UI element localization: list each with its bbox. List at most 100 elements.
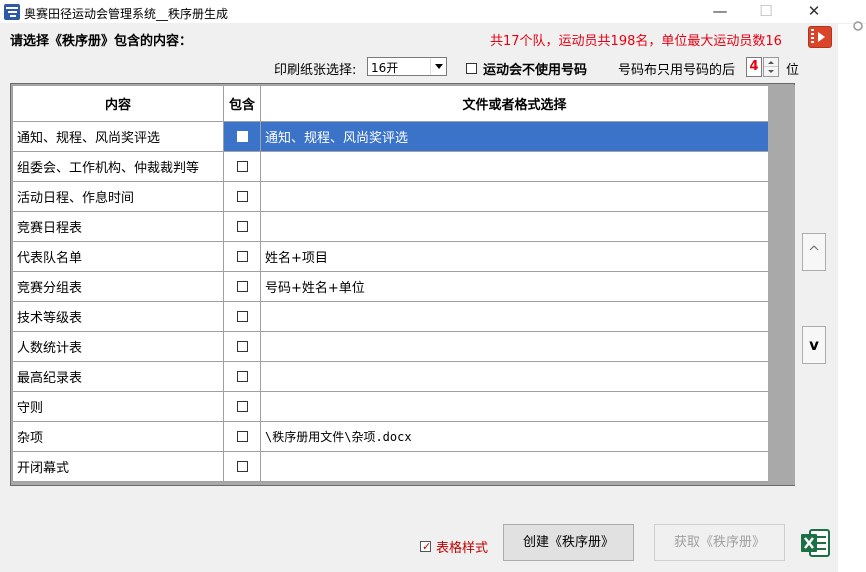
table-style-toggle[interactable]: ✓ 表格样式 bbox=[420, 537, 488, 556]
row-file-cell[interactable]: 姓名+项目 bbox=[260, 241, 769, 272]
include-checkbox[interactable] bbox=[236, 191, 248, 202]
row-include-cell[interactable] bbox=[223, 421, 261, 452]
minimize-button[interactable]: — bbox=[700, 0, 740, 24]
row-include-cell[interactable] bbox=[223, 331, 261, 362]
table-row[interactable]: 通知、规程、风尚奖评选 通知、规程、风尚奖评选 bbox=[12, 121, 769, 152]
column-header-file: 文件或者格式选择 bbox=[260, 85, 769, 122]
row-file-cell[interactable] bbox=[260, 451, 769, 482]
stats-summary: 共17个队，运动员共198名，单位最大运动员数16 bbox=[490, 34, 782, 49]
row-file-cell[interactable]: 通知、规程、风尚奖评选 bbox=[260, 121, 769, 152]
row-content-cell: 通知、规程、风尚奖评选 bbox=[12, 121, 224, 152]
row-content-cell: 组委会、工作机构、仲裁裁判等 bbox=[12, 151, 224, 182]
row-include-cell[interactable] bbox=[223, 151, 261, 182]
table-row[interactable]: 开闭幕式 bbox=[12, 451, 769, 482]
table-row[interactable]: 活动日程、作息时间 bbox=[12, 181, 769, 212]
digits-unit: 位 bbox=[786, 63, 800, 78]
row-include-cell[interactable] bbox=[223, 211, 261, 242]
row-include-cell[interactable] bbox=[223, 121, 261, 152]
grid-empty-area bbox=[768, 85, 795, 485]
digits-stepper[interactable]: 4 bbox=[746, 57, 780, 77]
include-checkbox[interactable] bbox=[236, 371, 248, 382]
page-title: 请选择《秩序册》包含的内容： bbox=[10, 34, 193, 49]
include-checkbox[interactable] bbox=[236, 281, 248, 292]
column-header-include: 包含 bbox=[223, 85, 261, 122]
row-content-cell: 人数统计表 bbox=[12, 331, 224, 362]
table-style-label: 表格样式 bbox=[436, 541, 489, 556]
maximize-button: ☐ bbox=[759, 2, 773, 20]
create-booklet-button[interactable]: 创建《秩序册》 bbox=[503, 524, 634, 561]
row-file-cell[interactable] bbox=[260, 211, 769, 242]
row-include-cell[interactable] bbox=[223, 241, 261, 272]
row-file-cell[interactable] bbox=[260, 391, 769, 422]
move-up-button[interactable]: ^ bbox=[802, 233, 826, 271]
excel-icon[interactable] bbox=[799, 527, 831, 559]
row-content-cell: 最高纪录表 bbox=[12, 361, 224, 392]
digits-label: 号码布只用号码的后 bbox=[618, 63, 736, 78]
no-number-toggle[interactable]: 运动会不使用号码 bbox=[466, 59, 587, 81]
background-window bbox=[838, 24, 866, 572]
move-down-button[interactable]: v bbox=[802, 326, 826, 364]
row-content-cell: 杂项 bbox=[12, 421, 224, 452]
include-checkbox[interactable] bbox=[236, 161, 248, 172]
row-include-cell[interactable] bbox=[223, 271, 261, 302]
table-row[interactable]: 最高纪录表 bbox=[12, 361, 769, 392]
paper-size-value: 16开 bbox=[371, 61, 399, 75]
no-number-checkbox[interactable] bbox=[466, 63, 477, 74]
table-row[interactable]: 技术等级表 bbox=[12, 301, 769, 332]
close-button[interactable]: ✕ bbox=[794, 0, 834, 24]
row-file-cell[interactable] bbox=[260, 331, 769, 362]
table-row[interactable]: 守则 bbox=[12, 391, 769, 422]
row-content-cell: 竞赛分组表 bbox=[12, 271, 224, 302]
row-include-cell[interactable] bbox=[223, 181, 261, 212]
dialog-body: 请选择《秩序册》包含的内容： 共17个队，运动员共198名，单位最大运动员数16… bbox=[0, 24, 838, 572]
title-bar: 奥赛田径运动会管理系统__秩序册生成 — ☐ ✕ bbox=[0, 0, 866, 24]
checkmark-icon: ✓ bbox=[422, 540, 432, 553]
table-row[interactable]: 代表队名单 姓名+项目 bbox=[12, 241, 769, 272]
row-content-cell: 开闭幕式 bbox=[12, 451, 224, 482]
row-content-cell: 守则 bbox=[12, 391, 224, 422]
row-file-cell[interactable]: 号码+姓名+单位 bbox=[260, 271, 769, 302]
table-style-checkbox[interactable]: ✓ bbox=[420, 540, 432, 553]
table-row[interactable]: 竞赛分组表 号码+姓名+单位 bbox=[12, 271, 769, 302]
row-include-cell[interactable] bbox=[223, 391, 261, 422]
row-file-cell[interactable] bbox=[260, 181, 769, 212]
paper-size-select[interactable]: 16开 bbox=[367, 57, 447, 76]
row-file-cell[interactable] bbox=[260, 151, 769, 182]
stepper-down-icon[interactable] bbox=[764, 67, 778, 76]
table-row[interactable]: 竞赛日程表 bbox=[12, 211, 769, 242]
include-checkbox[interactable] bbox=[236, 431, 248, 442]
include-checkbox[interactable] bbox=[236, 341, 248, 352]
content-grid: 内容 包含 文件或者格式选择 通知、规程、风尚奖评选 通知、规程、风尚奖评选 组委会… bbox=[10, 83, 795, 486]
no-number-label: 运动会不使用号码 bbox=[483, 63, 588, 78]
video-play-icon[interactable] bbox=[808, 26, 832, 48]
stepper-up-icon[interactable] bbox=[764, 58, 778, 67]
include-checkbox[interactable] bbox=[236, 401, 248, 412]
row-content-cell: 活动日程、作息时间 bbox=[12, 181, 224, 212]
row-include-cell[interactable] bbox=[223, 301, 261, 332]
row-file-cell[interactable]: \秩序册用文件\杂项.docx bbox=[260, 421, 769, 452]
table-row[interactable]: 人数统计表 bbox=[12, 331, 769, 362]
include-checkbox[interactable] bbox=[236, 221, 248, 232]
table-row[interactable]: 杂项 \秩序册用文件\杂项.docx bbox=[12, 421, 769, 452]
table-header-row: 内容 包含 文件或者格式选择 bbox=[12, 85, 769, 122]
row-file-cell[interactable] bbox=[260, 361, 769, 392]
app-logo-icon bbox=[4, 4, 20, 20]
row-content-cell: 代表队名单 bbox=[12, 241, 224, 272]
include-checkbox[interactable] bbox=[236, 461, 248, 472]
include-checkbox[interactable] bbox=[236, 251, 248, 262]
row-include-cell[interactable] bbox=[223, 361, 261, 392]
column-header-content: 内容 bbox=[12, 85, 224, 122]
include-checkbox[interactable] bbox=[236, 311, 248, 322]
paper-size-label: 印刷纸张选择: bbox=[274, 63, 357, 78]
row-content-cell: 技术等级表 bbox=[12, 301, 224, 332]
digits-value[interactable]: 4 bbox=[746, 57, 762, 77]
chevron-down-icon[interactable] bbox=[430, 58, 446, 75]
row-file-cell[interactable] bbox=[260, 301, 769, 332]
include-checkbox[interactable] bbox=[236, 131, 248, 142]
row-content-cell: 竞赛日程表 bbox=[12, 211, 224, 242]
row-include-cell[interactable] bbox=[223, 451, 261, 482]
content-table: 内容 包含 文件或者格式选择 通知、规程、风尚奖评选 通知、规程、风尚奖评选 组委会… bbox=[12, 85, 769, 482]
get-booklet-button: 获取《秩序册》 bbox=[654, 524, 785, 561]
table-row[interactable]: 组委会、工作机构、仲裁裁判等 bbox=[12, 151, 769, 182]
cursor-icon bbox=[853, 21, 863, 31]
